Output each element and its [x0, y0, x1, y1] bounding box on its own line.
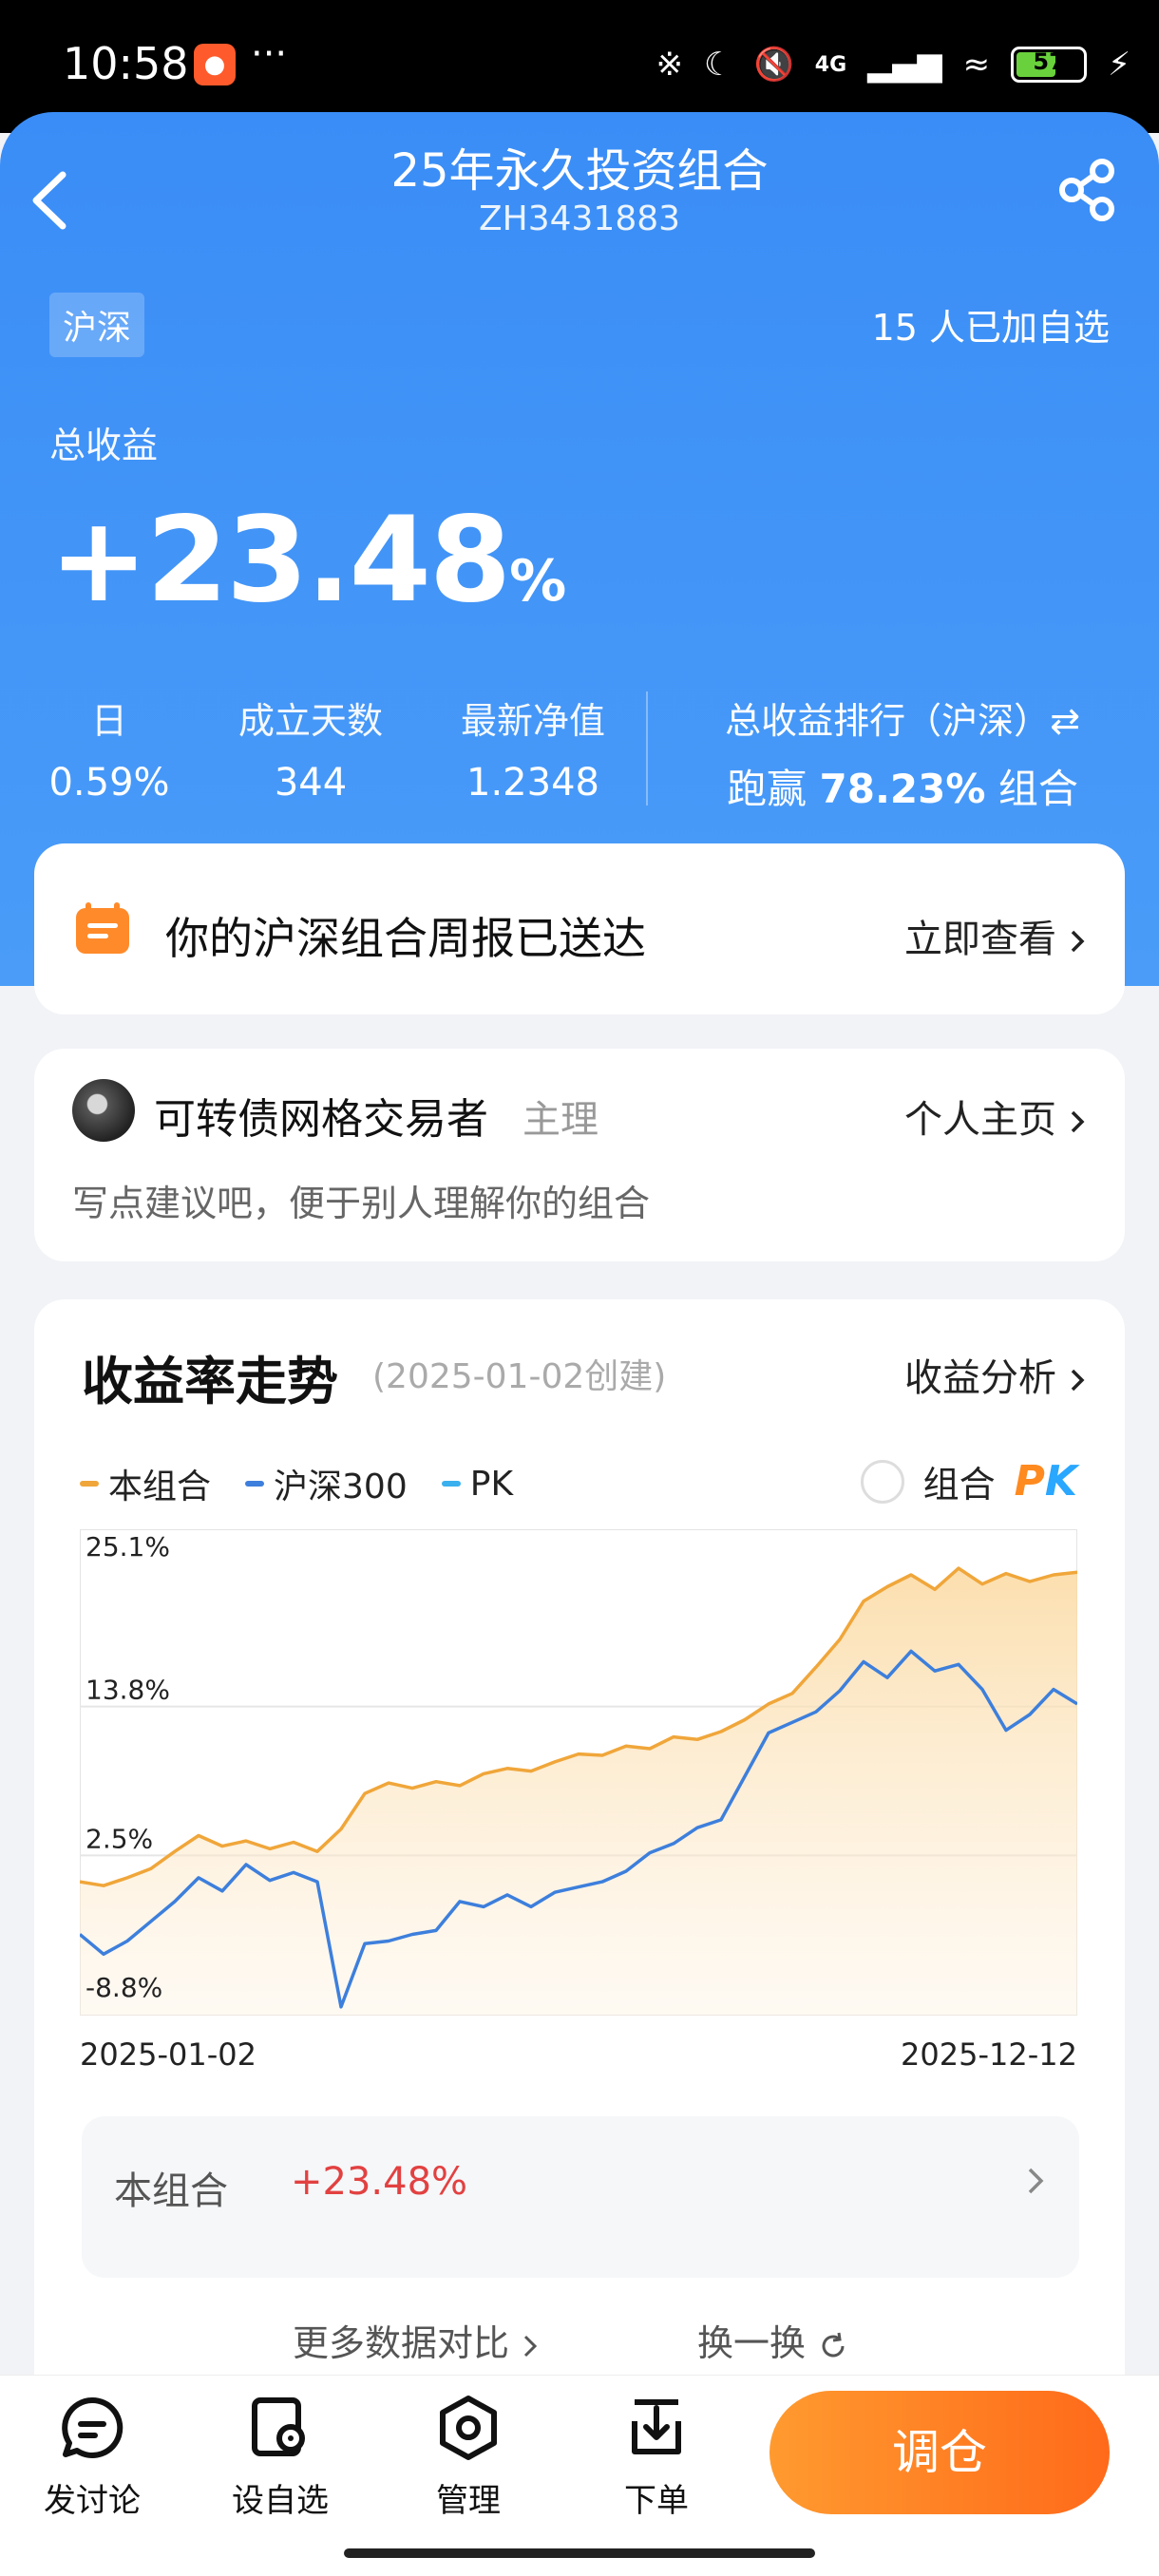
stat-days: 成立天数 344	[238, 700, 383, 805]
suggestion-input[interactable]: 写点建议吧，便于别人理解你的组合	[72, 1174, 650, 1226]
status-time: 10:58	[63, 38, 189, 89]
portfolio-area	[80, 1568, 1077, 2016]
refresh-icon	[822, 2332, 845, 2357]
chart-legend: 本组合 沪深300 PK	[80, 1459, 513, 1508]
return-chart[interactable]: 25.1% 13.8% 2.5% -8.8%	[80, 1529, 1077, 2016]
y-tick-label: 13.8%	[86, 1675, 170, 1706]
chevron-right-icon	[1071, 930, 1085, 953]
return-trend-card: 收益率走势 (2025-01-02创建) 收益分析 本组合 沪深300 PK 组…	[34, 1299, 1125, 2382]
network-label: 4G	[814, 52, 847, 77]
legend-item-portfolio: 本组合	[80, 1459, 211, 1508]
home-indicator[interactable]	[344, 2548, 815, 2558]
battery-level: 57	[1033, 48, 1065, 75]
view-report-link[interactable]: 立即查看	[904, 908, 1087, 963]
settings-hexagon-icon	[440, 2396, 497, 2460]
stats-divider	[646, 691, 648, 805]
bluetooth-icon: ※	[656, 46, 683, 84]
more-notifications-icon: ···	[251, 32, 288, 76]
y-tick-label: -8.8%	[86, 1972, 162, 2003]
mute-icon: 🔇	[753, 46, 794, 84]
compare-label: 本组合	[114, 2169, 228, 2213]
legend-item-pk: PK	[441, 1459, 513, 1508]
portfolio-title: 25年永久投资组合	[390, 144, 769, 198]
compare-value: +23.48%	[291, 2160, 468, 2204]
manage-label: 管理	[436, 2482, 501, 2520]
total-return-value: +23.48%	[49, 492, 566, 629]
rank-label: 总收益排行（沪深）⇄	[725, 700, 1080, 742]
x-tick-end: 2025-12-12	[901, 2036, 1077, 2073]
chevron-right-icon	[1071, 1110, 1085, 1133]
download-tray-icon	[632, 2399, 681, 2454]
bottom-toolbar: 发讨论 设自选 管理 下单 调仓	[0, 2375, 1159, 2576]
report-icon	[76, 902, 129, 954]
notification-app-icon: ●	[194, 44, 236, 85]
chart-title: 收益率走势	[82, 1352, 338, 1411]
stat-daily: 日 0.59%	[48, 700, 170, 805]
avatar[interactable]	[72, 1079, 135, 1142]
manage-button[interactable]: 管理	[397, 2393, 540, 2521]
watchlist-icon	[252, 2397, 305, 2456]
signal-icon: ▂▄▆	[867, 46, 942, 84]
market-tag: 沪深	[49, 293, 145, 357]
pk-radio[interactable]	[860, 1459, 904, 1504]
return-analysis-link[interactable]: 收益分析	[904, 1347, 1087, 1402]
moon-icon: ☾	[703, 46, 733, 84]
add-watchlist-label: 设自选	[232, 2482, 329, 2520]
total-return-label: 总收益	[49, 425, 159, 466]
status-icons: ※ ☾ 🔇 4G ▂▄▆ ≈ 57 ⚡	[656, 38, 1130, 91]
report-text: 你的沪深组合周报已送达	[165, 913, 646, 964]
battery-icon: 57	[1011, 47, 1088, 83]
discuss-button[interactable]: 发讨论	[21, 2393, 163, 2521]
y-tick-label: 25.1%	[86, 1531, 170, 1563]
followers-count: 15 人已加自选	[871, 307, 1110, 349]
stat-nav: 最新净值 1.2348	[460, 700, 605, 805]
stats-row: 日 0.59% 成立天数 344 最新净值 1.2348 总收益排行（沪深）⇄ …	[0, 691, 1159, 812]
compare-row[interactable]: 本组合 +23.48%	[82, 2116, 1079, 2278]
portfolio-code: ZH3431883	[478, 199, 681, 238]
pk-logo: PK	[1014, 1457, 1077, 1506]
x-tick-start: 2025-01-02	[80, 2036, 256, 2073]
comment-icon	[62, 2396, 124, 2458]
discuss-label: 发讨论	[44, 2482, 141, 2520]
order-label: 下单	[624, 2482, 689, 2520]
share-icon[interactable]	[1054, 152, 1121, 228]
owner-role: 主理	[522, 1098, 598, 1142]
owner-name[interactable]: 可转债网格交易者	[154, 1085, 488, 1146]
rebalance-button[interactable]: 调仓	[770, 2391, 1110, 2514]
rank-block[interactable]: 总收益排行（沪深）⇄ 跑赢 78.23% 组合	[665, 691, 1140, 815]
profile-link[interactable]: 个人主页	[904, 1089, 1087, 1144]
pk-toggle[interactable]: 组合 PK	[860, 1455, 1077, 1507]
weekly-report-card[interactable]: 你的沪深组合周报已送达 立即查看	[34, 843, 1125, 1014]
add-watchlist-button[interactable]: 设自选	[209, 2393, 352, 2521]
y-tick-label: 2.5%	[86, 1823, 153, 1854]
charging-icon: ⚡	[1108, 46, 1130, 84]
swap-button[interactable]: 换一换	[697, 2314, 849, 2366]
chevron-right-icon	[1071, 1369, 1085, 1392]
legend-item-csi300: 沪深300	[245, 1459, 408, 1508]
order-button[interactable]: 下单	[585, 2393, 728, 2521]
wifi-icon: ≈	[962, 46, 991, 84]
total-return-unit: %	[509, 548, 566, 615]
chevron-right-icon	[1028, 2168, 1044, 2194]
chart-created-date: (2025-01-02创建)	[372, 1357, 667, 1396]
rank-value: 跑赢 78.23% 组合	[727, 766, 1078, 812]
owner-card: 可转债网格交易者 主理 个人主页 写点建议吧，便于别人理解你的组合	[34, 1049, 1125, 1261]
more-data-compare-link[interactable]: 更多数据对比	[293, 2314, 540, 2366]
chevron-right-icon	[523, 2335, 538, 2357]
